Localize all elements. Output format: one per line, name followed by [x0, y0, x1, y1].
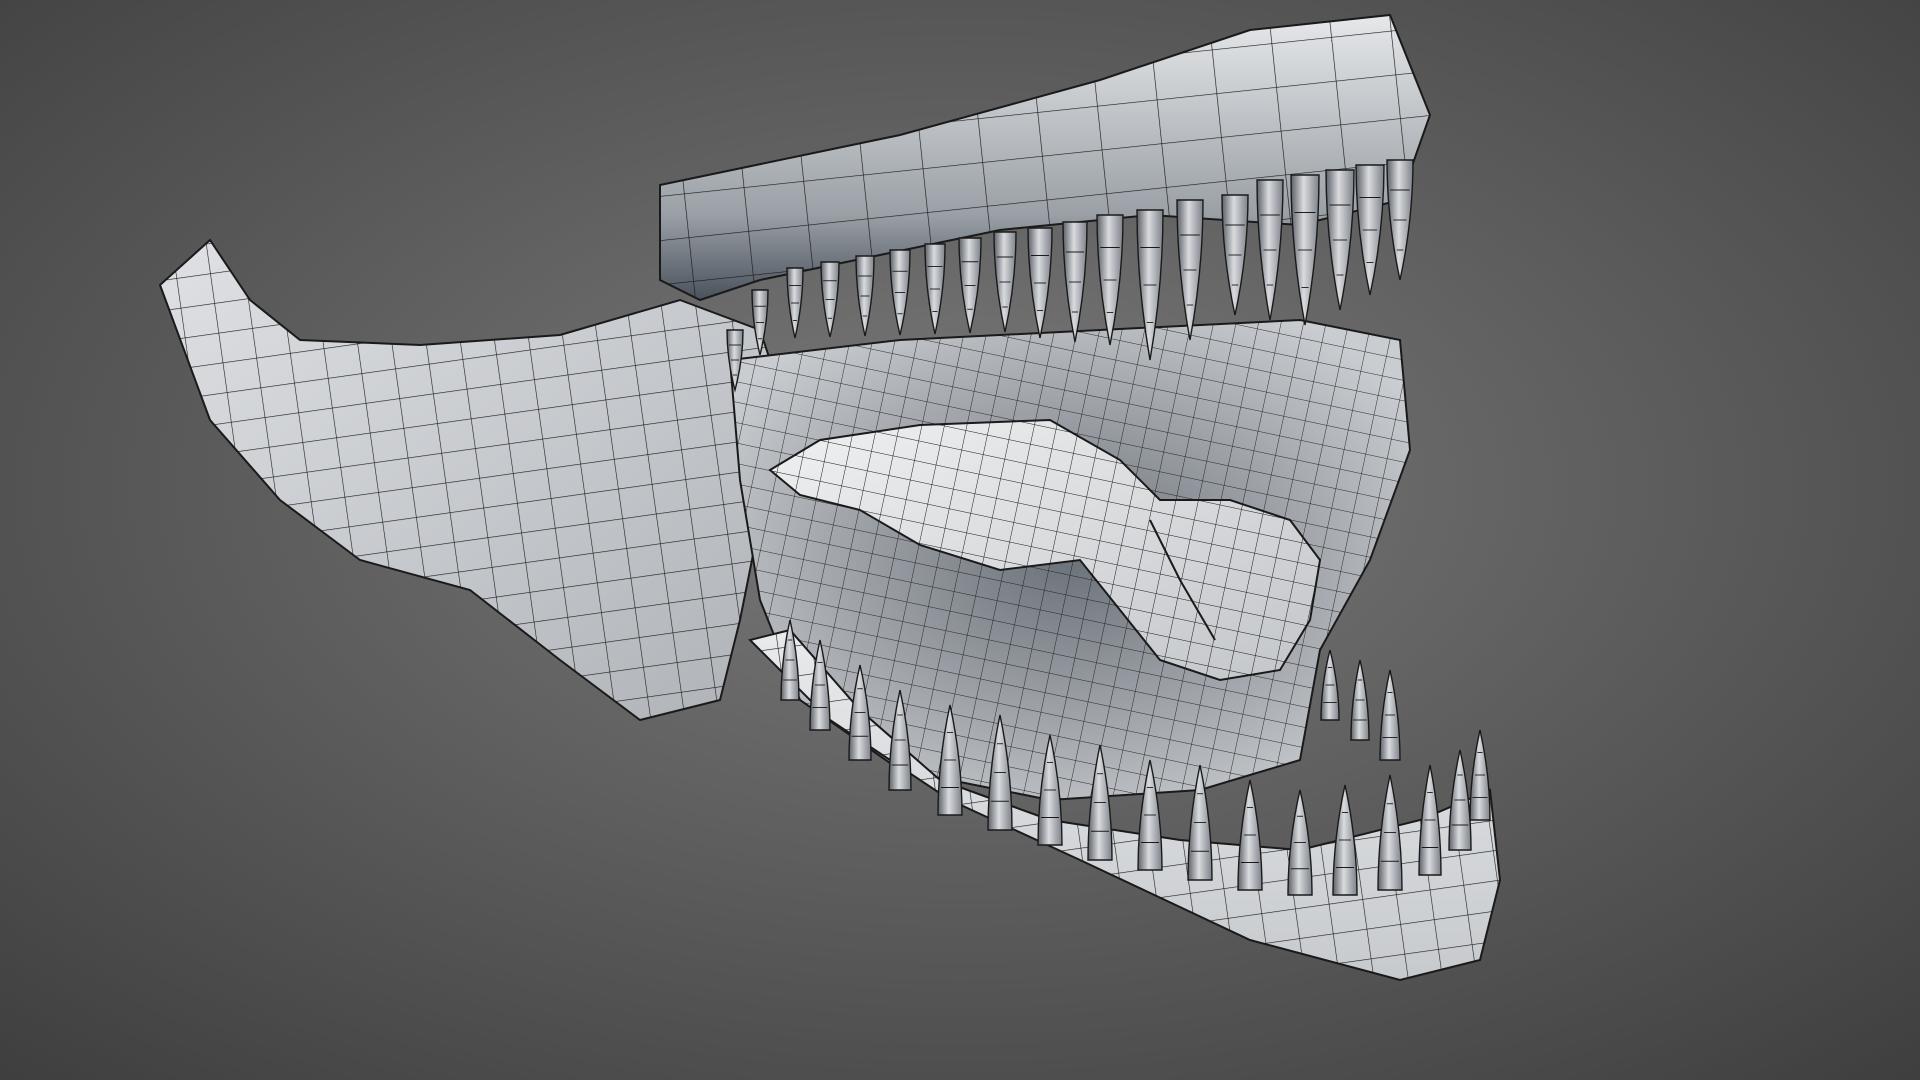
creature-jaw-render [0, 0, 1920, 1080]
render-viewport [0, 0, 1920, 1080]
